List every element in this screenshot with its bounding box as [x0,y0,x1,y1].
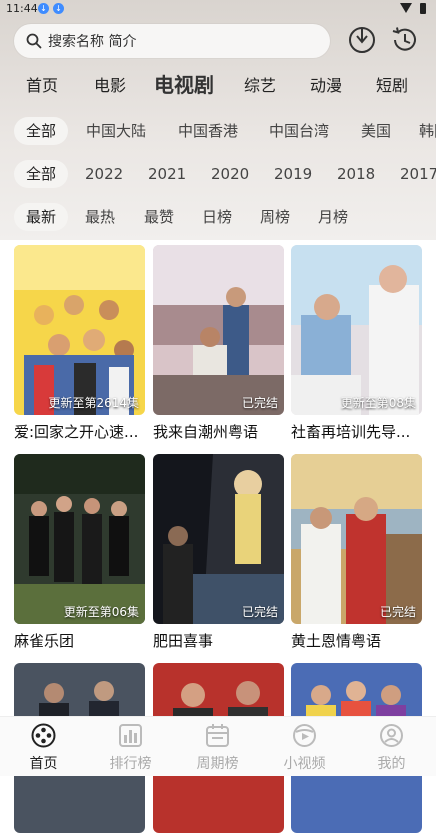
show-poster[interactable]: 更新至第08集 [291,245,422,415]
show-title: 黄土恩情粤语 [291,632,382,650]
calendar-icon [206,724,229,747]
nav-label: 小视频 [283,756,326,772]
profile-icon [380,724,403,747]
nav-label: 首页 [29,756,58,772]
show-title: 肥田喜事 [153,632,214,650]
nav-label: 排行榜 [109,756,152,772]
year-chip[interactable]: 2022 [85,160,123,188]
search-icon [26,33,42,49]
download-manager-icon[interactable] [346,24,378,56]
tab-variety[interactable]: 综艺 [244,72,276,96]
region-chip[interactable]: 全部 [14,117,69,145]
sort-chip[interactable]: 日榜 [202,203,232,231]
nav-profile[interactable]: 我的 [348,717,435,776]
tab-home[interactable]: 首页 [26,72,58,96]
poster-image [14,245,145,415]
region-chip[interactable]: 中国台湾 [269,117,329,145]
year-chip[interactable]: 2019 [274,160,312,188]
sort-chip[interactable]: 最热 [85,203,115,231]
episode-badge: 已完结 [241,605,278,619]
wifi-icon [400,3,412,13]
poster-image [291,245,422,415]
episode-badge: 已完结 [241,396,278,410]
download-icon: ↓ [53,3,64,14]
battery-icon [420,3,426,14]
year-chip[interactable]: 2018 [337,160,375,188]
poster-image [291,454,422,624]
status-time: 11:44 [6,2,38,15]
region-chip[interactable]: 中国大陆 [86,117,146,145]
bottom-nav: 首页 排行榜 周期榜 小视频 我的 [0,716,436,776]
show-title: 麻雀乐团 [14,632,75,650]
poster-image [153,245,284,415]
nav-ranking[interactable]: 排行榜 [87,717,174,776]
region-chip[interactable]: 中国香港 [178,117,238,145]
home-film-reel-icon [31,723,56,748]
nav-label: 周期榜 [196,756,239,772]
short-video-icon [293,724,316,747]
show-poster[interactable]: 已完结 [291,454,422,624]
show-title: 我来自潮州粤语 [153,423,259,441]
poster-image [14,454,145,624]
year-filter-row: 全部 2022 2021 2020 2019 2018 2017 [0,156,436,190]
poster-image [153,454,284,624]
tab-anime[interactable]: 动漫 [310,72,342,96]
show-poster[interactable]: 更新至第06集 [14,454,145,624]
tab-short-drama[interactable]: 短剧 [376,72,408,96]
sort-chip[interactable]: 最赞 [144,203,174,231]
bar-chart-icon [119,724,142,747]
nav-short-video[interactable]: 小视频 [261,717,348,776]
download-icon: ↓ [38,3,49,14]
episode-badge: 更新至第2614集 [48,396,139,410]
year-chip[interactable]: 全部 [14,160,69,188]
nav-label: 我的 [377,756,406,772]
region-chip[interactable]: 美国 [361,117,391,145]
nav-home[interactable]: 首页 [0,717,87,776]
show-poster[interactable]: 已完结 [153,454,284,624]
sort-filter-row: 最新 最热 最赞 日榜 周榜 月榜 [0,199,436,233]
episode-badge: 已完结 [379,605,416,619]
episode-badge: 更新至第06集 [63,605,139,619]
tab-movies[interactable]: 电影 [94,72,126,96]
category-tabs: 首页 电影 电视剧 综艺 动漫 短剧 [0,64,436,100]
nav-period-ranking[interactable]: 周期榜 [174,717,261,776]
history-icon[interactable] [389,24,421,56]
year-chip[interactable]: 2021 [148,160,186,188]
sort-chip[interactable]: 周榜 [260,203,290,231]
sort-chip[interactable]: 月榜 [318,203,348,231]
search-input[interactable] [46,30,320,54]
show-poster[interactable]: 已完结 [153,245,284,415]
show-title: 社畜再培训先导... [291,423,411,441]
show-poster[interactable]: 更新至第2614集 [14,245,145,415]
sort-chip[interactable]: 最新 [14,203,69,231]
tab-tv-series[interactable]: 电视剧 [154,69,214,98]
year-chip[interactable]: 2020 [211,160,249,188]
show-title: 爱:回家之开心速... [14,423,139,441]
search-bar[interactable] [14,24,330,58]
status-bar: 11:44 ↓ ↓ [0,0,436,18]
region-chip[interactable]: 韩国 [419,117,436,145]
episode-badge: 更新至第08集 [340,396,416,410]
year-chip[interactable]: 2017 [400,160,436,188]
region-filter-row: 全部 中国大陆 中国香港 中国台湾 美国 韩国 [0,113,436,147]
